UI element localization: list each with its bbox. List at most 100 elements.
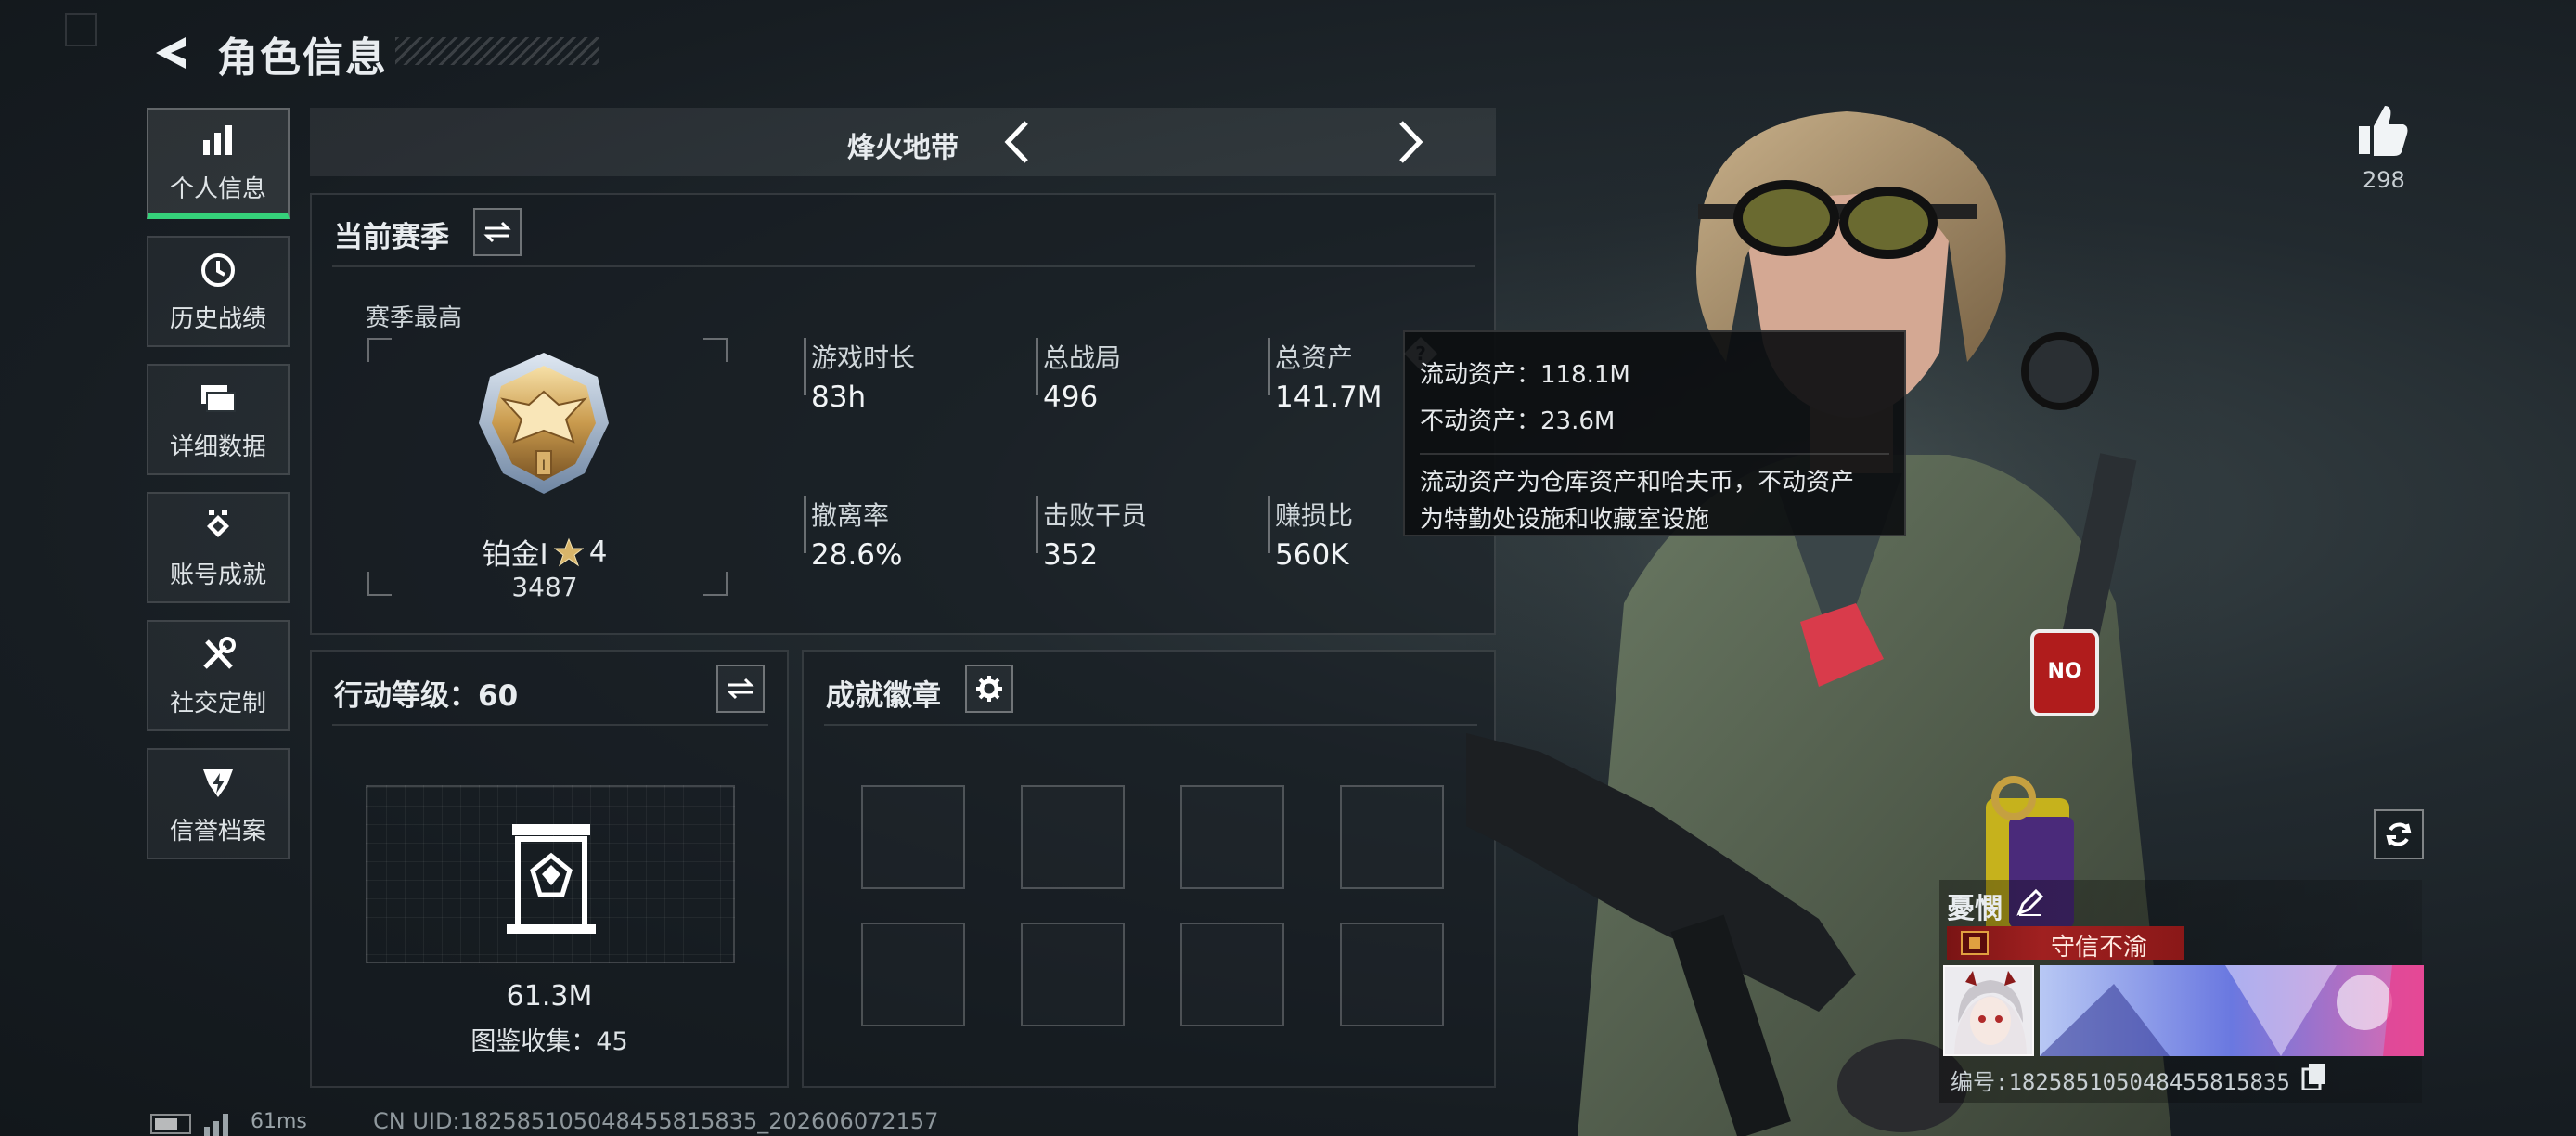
stat-label-profit-ratio: 赚损比	[1275, 500, 1354, 531]
season-panel: 当前赛季 赛季最高 I 铂金Ⅰ 4 3487 游戏时长 83h 总战局 496	[310, 193, 1496, 635]
action-level-title: 行动等级：60	[334, 679, 519, 713]
stat-bar	[1268, 496, 1270, 553]
stat-bar	[1036, 496, 1038, 553]
tooltip-divider	[1420, 453, 1889, 455]
back-button[interactable]	[148, 33, 197, 72]
stat-label-extract-rate: 撤离率	[811, 500, 890, 531]
rank-line: 铂金Ⅰ 4	[449, 531, 640, 573]
badge-settings-button[interactable]	[965, 665, 1013, 713]
battery-icon	[150, 1114, 191, 1134]
sidebar-item-label: 社交定制	[169, 689, 266, 717]
switch-season-button[interactable]	[473, 208, 522, 256]
collection-value: 61.3M	[506, 980, 593, 1013]
badge-slot[interactable]	[1180, 923, 1284, 1026]
divider	[332, 265, 1475, 267]
rotate-model-button[interactable]	[2374, 809, 2424, 859]
divider	[824, 724, 1477, 726]
pencil-icon	[2016, 888, 2044, 916]
like-count: 298	[2363, 167, 2405, 193]
rank-emblem: I	[470, 349, 618, 497]
tooltip-description-2: 为特勤处设施和收藏室设施	[1420, 506, 1710, 534]
sidebar-item-label: 信誉档案	[169, 817, 266, 846]
frame-corner	[367, 338, 392, 362]
badge-slot[interactable]	[1340, 785, 1444, 889]
stat-value-matches: 496	[1043, 381, 1099, 414]
sidebar-item-achievements[interactable]: 账号成就	[147, 492, 290, 603]
star-icon	[553, 537, 584, 566]
swap-icon	[483, 221, 511, 243]
player-name: 憂憫	[1947, 893, 2003, 925]
page-title: 角色信息	[217, 34, 388, 82]
like-button[interactable]	[2353, 100, 2413, 160]
badge-slot[interactable]	[1021, 923, 1125, 1026]
swap-icon	[727, 678, 754, 700]
history-clock-icon	[198, 250, 238, 290]
sidebar-item-personal-info[interactable]: 个人信息	[147, 108, 290, 219]
title-emblem-icon	[1961, 931, 1989, 955]
collection-display[interactable]	[366, 785, 735, 963]
rank-score: 3487	[511, 572, 578, 602]
sidebar-item-label: 历史战绩	[169, 304, 266, 333]
player-id: 编号:182585105048455815835	[1951, 1069, 2290, 1095]
stat-value-profit-ratio: 560K	[1275, 538, 1349, 572]
switch-action-button[interactable]	[716, 665, 765, 713]
badge-slot[interactable]	[1180, 785, 1284, 889]
divider	[332, 724, 768, 726]
copy-icon	[2301, 1064, 2325, 1091]
svg-text:I: I	[542, 458, 546, 473]
back-arrow-icon	[156, 37, 186, 69]
frame-corner	[367, 572, 392, 596]
mode-selector: 烽火地带	[310, 108, 1496, 176]
credit-shield-icon	[198, 762, 238, 803]
frame-corner	[703, 572, 728, 596]
gear-icon	[976, 676, 1002, 702]
sidebar-item-label: 个人信息	[169, 174, 266, 203]
rank-name: 铂金Ⅰ	[482, 538, 548, 572]
copy-id-button[interactable]	[2301, 1062, 2327, 1091]
sidebar-item-detailed-data[interactable]: 详细数据	[147, 364, 290, 475]
tooltip-fixed-assets: 不动资产：23.6M	[1420, 407, 1616, 435]
action-level-panel: 行动等级：60 61.3M 图鉴收集：45	[310, 650, 789, 1088]
title-hatch-decoration	[395, 37, 599, 65]
frame-corner	[703, 338, 728, 362]
badge-slot[interactable]	[861, 923, 965, 1026]
sidebar-item-history[interactable]: 历史战绩	[147, 236, 290, 347]
badge-slot[interactable]	[1340, 923, 1444, 1026]
corner-decoration	[65, 13, 97, 46]
stat-bar	[804, 338, 806, 395]
edit-name-button[interactable]	[2016, 887, 2045, 917]
folder-stack-icon	[198, 378, 238, 419]
achievement-icon	[198, 506, 238, 547]
stat-value-kills: 352	[1043, 538, 1099, 572]
tools-icon	[198, 634, 238, 675]
uid-line: CN UID:182585105048455815835_20260607215…	[373, 1108, 939, 1134]
bar-chart-icon	[198, 120, 238, 161]
stat-value-playtime: 83h	[811, 381, 867, 414]
collection-case-icon	[507, 824, 596, 934]
sidebar-item-credit-file[interactable]: 信誉档案	[147, 748, 290, 859]
stat-value-extract-rate: 28.6%	[811, 538, 903, 572]
tooltip-description-1: 流动资产为仓库资产和哈夫币，不动资产	[1420, 469, 1855, 497]
sidebar-item-label: 账号成就	[169, 561, 266, 589]
refresh-icon	[2386, 822, 2412, 846]
sidebar-item-social-custom[interactable]: 社交定制	[147, 620, 290, 731]
avatar[interactable]	[1943, 965, 2034, 1056]
player-title: 守信不渝	[2051, 934, 2148, 962]
stat-bar	[804, 496, 806, 553]
signal-icon	[204, 1114, 228, 1136]
badge-slot[interactable]	[861, 785, 965, 889]
chevron-right-icon	[1399, 121, 1423, 163]
assets-tooltip: 流动资产：118.1M 不动资产：23.6M 流动资产为仓库资产和哈夫币，不动资…	[1403, 330, 1906, 536]
collection-count: 图鉴收集：45	[470, 1027, 628, 1056]
rank-stars: 4	[588, 535, 608, 569]
mode-next-button[interactable]	[1386, 117, 1433, 167]
stat-label-total-assets: 总资产	[1275, 342, 1354, 373]
badge-slot[interactable]	[1021, 785, 1125, 889]
season-title: 当前赛季	[334, 221, 449, 254]
stat-label-matches: 总战局	[1043, 342, 1122, 373]
badges-title: 成就徽章	[826, 679, 941, 713]
stat-bar	[1268, 338, 1270, 395]
stat-bar	[1036, 338, 1038, 395]
avatar-image	[1945, 967, 2032, 1054]
achievement-badges-panel: 成就徽章	[802, 650, 1496, 1088]
